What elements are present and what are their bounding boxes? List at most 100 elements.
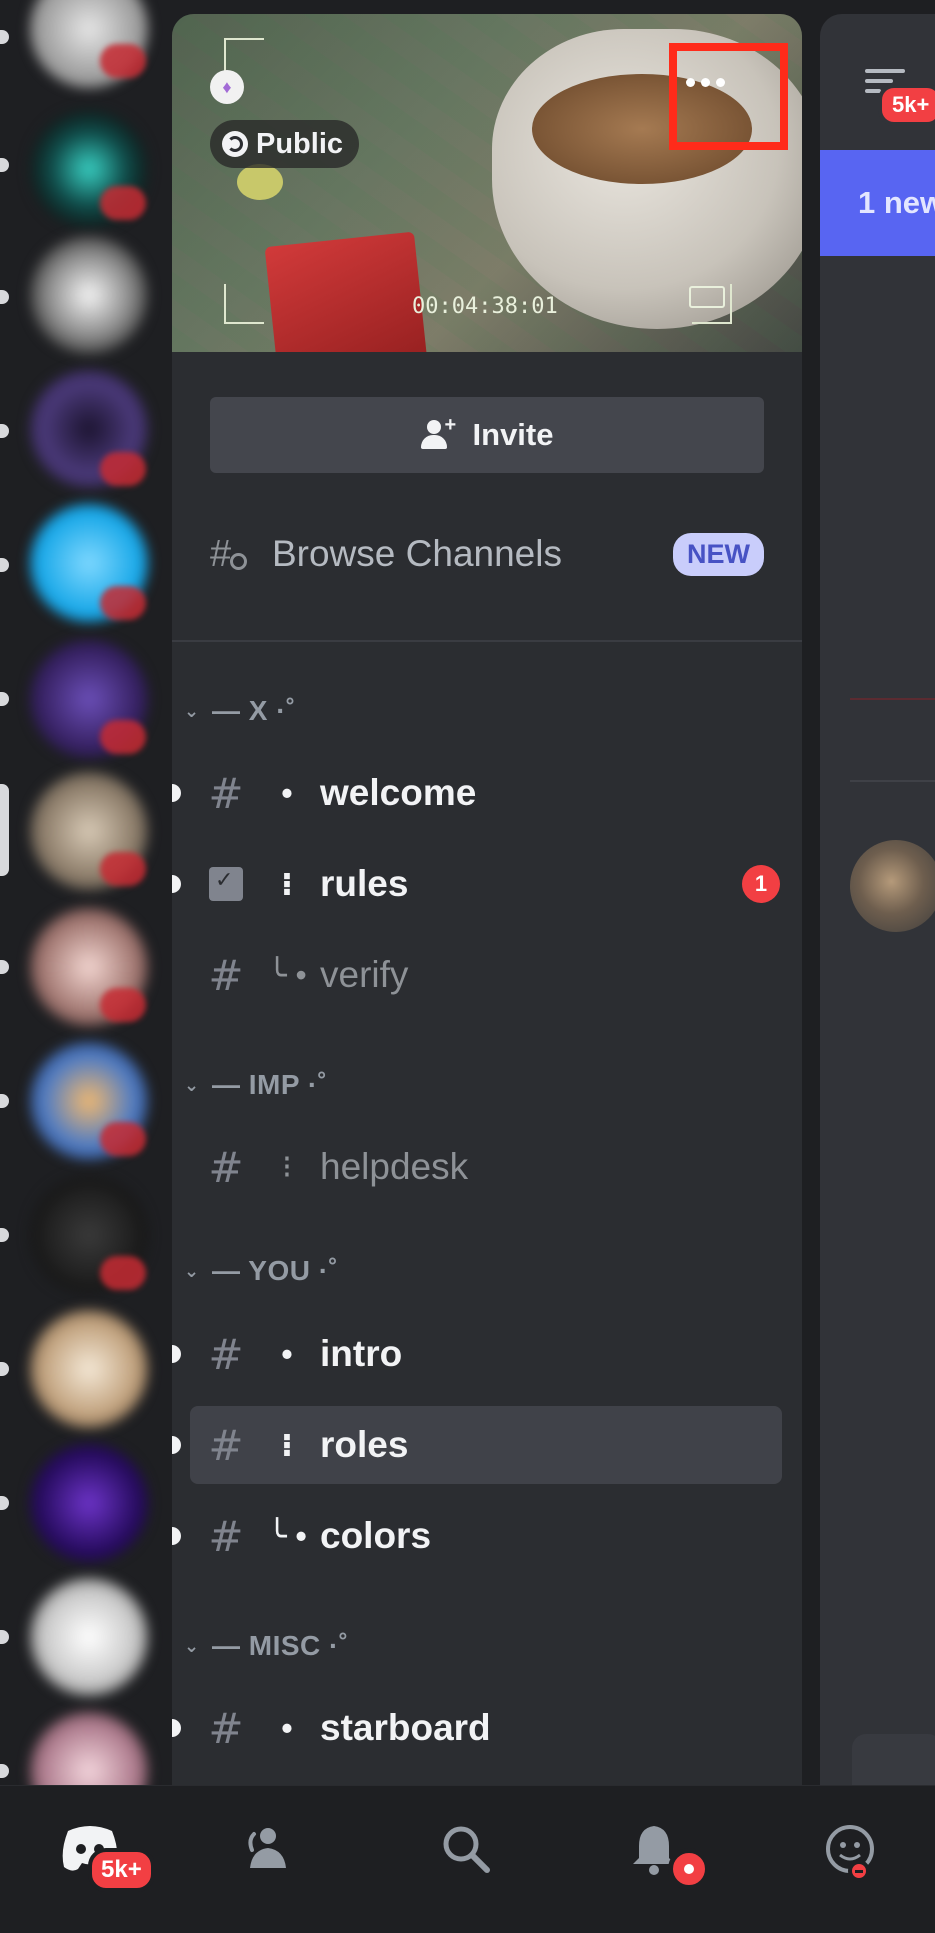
banner-object [237, 164, 283, 200]
channel-intro[interactable]: # • intro [188, 1315, 798, 1393]
server-unread-pill [0, 1228, 9, 1242]
channel-name: colors [320, 1515, 432, 1556]
channel-helpdesk[interactable]: # ⁝ helpdesk [188, 1128, 798, 1206]
cassette-icon [689, 286, 725, 308]
server-unread-pill [0, 424, 9, 438]
inbox-badge: 5k+ [878, 84, 935, 126]
channel-prefix: • [281, 1335, 293, 1372]
server-icon[interactable] [30, 1578, 148, 1696]
channel-colors[interactable]: # ╰ • colors [188, 1497, 798, 1575]
add-person-icon: + [420, 414, 456, 450]
server-badge [100, 720, 146, 754]
chat-panel-peek[interactable]: 5k+ 1 new [820, 14, 935, 1785]
server-icon[interactable] [30, 1310, 148, 1428]
server-unread-pill [0, 1764, 9, 1778]
chevron-down-icon: ⌄ [184, 1635, 200, 1656]
globe-icon [222, 131, 248, 157]
server-badge [100, 44, 146, 78]
server-badge [100, 1122, 146, 1156]
app-root: 00:04:38:01 ♦ Public + Invite # Browse C… [0, 0, 935, 1933]
server-badge [100, 452, 146, 486]
channel-prefix: ⁝ [281, 1149, 293, 1185]
avatar[interactable] [850, 840, 935, 932]
invite-label: Invite [472, 417, 554, 452]
server-icon[interactable] [30, 1444, 148, 1562]
channel-name: verify [320, 954, 409, 995]
channel-starboard[interactable]: # • starboard [188, 1689, 798, 1767]
category-header[interactable]: ⌄ — X ·˚ [184, 691, 296, 731]
channel-prefix: • [281, 1709, 293, 1746]
channel-roles[interactable]: # ⁝ roles [190, 1406, 782, 1484]
server-unread-pill [0, 30, 9, 44]
hash-icon: # [208, 768, 244, 818]
channel-prefix: ╰ • [267, 1518, 307, 1554]
unread-indicator [172, 1719, 181, 1737]
channel-rules[interactable]: ⁝ rules 1 [188, 845, 798, 923]
server-boost-icon[interactable]: ♦ [210, 70, 244, 104]
notification-dot [668, 1848, 710, 1890]
home-badge: 5k+ [88, 1848, 155, 1892]
category-name: — X ·˚ [212, 695, 296, 726]
chevron-down-icon: ⌄ [184, 1260, 200, 1281]
server-icon[interactable] [30, 236, 148, 354]
server-unread-pill [0, 1362, 9, 1376]
server-unread-pill [0, 558, 9, 572]
category-header[interactable]: ⌄ — YOU ·˚ [184, 1251, 338, 1291]
channel-name: roles [320, 1424, 409, 1465]
unread-indicator [172, 784, 181, 802]
unread-indicator [172, 1436, 181, 1454]
category-name: — MISC ·˚ [212, 1630, 349, 1661]
hash-icon: # [208, 1703, 244, 1753]
selected-server-pill [0, 784, 9, 876]
unread-indicator [172, 875, 181, 893]
channel-name: welcome [320, 772, 477, 813]
channel-prefix: ⁝ [280, 866, 294, 902]
unread-indicator [172, 1527, 181, 1545]
server-badge [100, 852, 146, 886]
channel-prefix: ⁝ [280, 1427, 294, 1463]
channel-panel: 00:04:38:01 ♦ Public + Invite # Browse C… [172, 14, 802, 1785]
channel-prefix: ╰ • [267, 957, 307, 993]
category-header[interactable]: ⌄ — IMP ·˚ [184, 1065, 327, 1105]
server-unread-pill [0, 1094, 9, 1108]
rules-icon [209, 867, 243, 901]
tab-search[interactable] [426, 1814, 506, 1884]
server-banner[interactable]: 00:04:38:01 ♦ Public [172, 14, 802, 352]
server-unread-pill [0, 1630, 9, 1644]
new-badge: NEW [673, 532, 764, 576]
video-timecode: 00:04:38:01 [412, 294, 558, 319]
server-unread-pill [0, 692, 9, 706]
server-unread-pill [0, 158, 9, 172]
invite-button[interactable]: + Invite [210, 397, 764, 473]
category-header[interactable]: ⌄ — MISC ·˚ [184, 1626, 349, 1666]
channel-name: rules [320, 863, 409, 904]
public-badge[interactable]: Public [210, 120, 360, 168]
hash-icon: # [208, 1142, 244, 1192]
channel-welcome[interactable]: # • welcome [188, 754, 798, 832]
server-unread-pill [0, 960, 9, 974]
chevron-down-icon: ⌄ [184, 1074, 200, 1095]
banner-object [264, 231, 430, 352]
divider [172, 640, 802, 642]
search-icon [443, 1826, 490, 1873]
mention-badge: 1 [742, 865, 780, 903]
server-badge [100, 988, 146, 1022]
channel-verify[interactable]: # ╰ • verify [188, 936, 798, 1014]
dnd-status-icon [848, 1860, 870, 1882]
hash-icon: # [208, 1420, 244, 1470]
server-badge [100, 186, 146, 220]
browse-channels-row[interactable]: # Browse Channels NEW [210, 524, 764, 584]
server-badge [100, 586, 146, 620]
server-badge [100, 1256, 146, 1290]
tab-friends[interactable] [232, 1814, 312, 1884]
message-input[interactable] [852, 1734, 935, 1785]
server-unread-pill [0, 290, 9, 304]
hash-icon: # [208, 950, 244, 1000]
new-messages-banner[interactable]: 1 new [820, 150, 935, 256]
server-unread-pill [0, 1496, 9, 1510]
viewfinder-corner [224, 284, 264, 324]
public-badge-label: Public [256, 127, 344, 160]
date-divider [850, 780, 935, 782]
server-icon[interactable] [30, 1712, 148, 1785]
hash-icon: # [208, 1511, 244, 1561]
